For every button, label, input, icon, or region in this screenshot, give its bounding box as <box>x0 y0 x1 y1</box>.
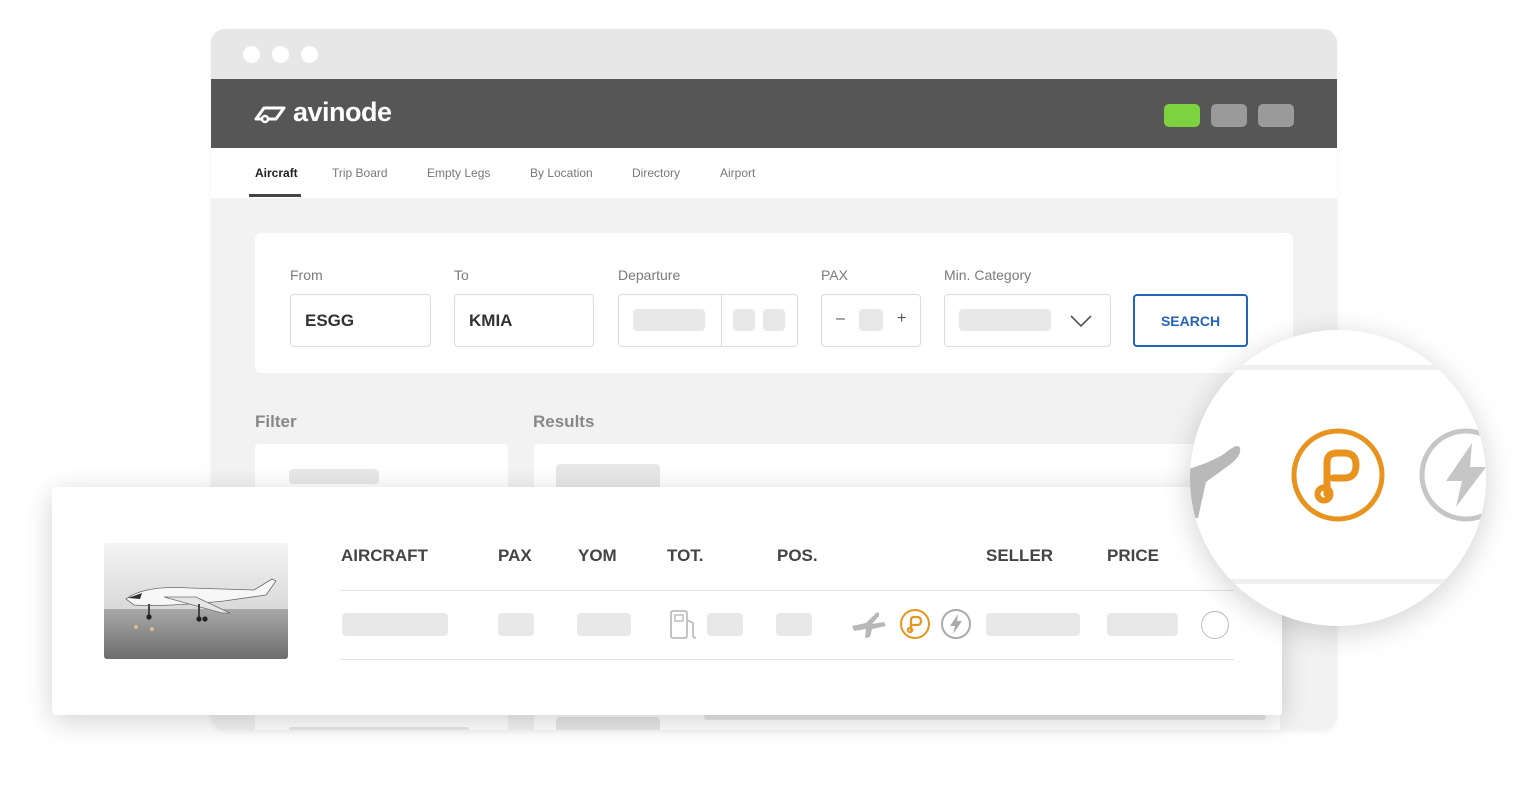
col-tot: TOT. <box>667 546 704 565</box>
plane-icon-zoomed <box>1190 446 1241 518</box>
departure-date-placeholder <box>633 309 705 331</box>
filter-heading: Filter <box>255 412 297 431</box>
stage: avinode Aircraft Trip Board Empty Legs B… <box>0 0 1536 790</box>
row-divider <box>340 659 1234 660</box>
tab-empty-legs[interactable]: Empty Legs <box>427 166 490 180</box>
from-label: From <box>290 267 323 283</box>
jet-image <box>104 543 288 659</box>
header-green-button[interactable] <box>1164 104 1200 127</box>
window-maximize-dot[interactable] <box>301 46 318 63</box>
brand-name: avinode <box>293 97 392 127</box>
filter-bottom-placeholder <box>289 727 469 730</box>
pax-increment-button[interactable]: + <box>897 310 906 328</box>
fuel-pump-icon <box>670 610 697 639</box>
pax-placeholder <box>498 613 534 636</box>
category-label: Min. Category <box>944 267 1032 283</box>
chevron-down-icon <box>1070 315 1092 328</box>
p-badge-icon-zoomed <box>1291 428 1385 522</box>
header-divider <box>340 590 1234 591</box>
results-footer-placeholder-1 <box>556 717 660 730</box>
select-radio[interactable] <box>1201 611 1229 639</box>
category-select[interactable] <box>944 294 1111 347</box>
from-value: ESGG <box>305 311 355 330</box>
pax-decrement-button[interactable]: – <box>836 310 845 328</box>
search-button[interactable]: SEARCH <box>1133 294 1248 347</box>
from-field[interactable]: ESGG <box>290 294 431 347</box>
departure-divider <box>721 295 722 346</box>
avinode-logo-icon <box>254 106 286 123</box>
pax-label: PAX <box>821 267 848 283</box>
plane-icon[interactable] <box>850 610 888 640</box>
nav-tabs: Aircraft Trip Board Empty Legs By Locati… <box>211 148 1337 198</box>
magnifier-top-rule <box>1190 365 1486 370</box>
col-aircraft: AIRCRAFT <box>341 546 428 565</box>
tab-by-location[interactable]: By Location <box>530 166 593 180</box>
aircraft-photo <box>104 543 288 659</box>
app-header: avinode <box>211 79 1337 148</box>
tab-directory[interactable]: Directory <box>632 166 680 180</box>
yom-placeholder <box>577 613 631 636</box>
pos-placeholder <box>776 613 812 636</box>
search-card: From ESGG To KMIA Departure PAX – + Min.… <box>255 233 1293 373</box>
col-seller: SELLER <box>986 546 1054 565</box>
departure-field[interactable] <box>618 294 798 347</box>
result-row-card: AIRCRAFT PAX YOM TOT. POS. SELLER PRICE <box>52 487 1282 715</box>
col-price: PRICE <box>1107 546 1159 565</box>
header-gray-button-2[interactable] <box>1258 104 1294 127</box>
col-pax: PAX <box>498 546 532 565</box>
tot-placeholder <box>707 613 743 636</box>
lightning-icon[interactable] <box>940 608 972 640</box>
tab-airport[interactable]: Airport <box>720 166 755 180</box>
window-chrome <box>211 29 1337 79</box>
active-tab-indicator <box>249 194 301 197</box>
to-label: To <box>454 267 469 283</box>
filter-item-placeholder <box>289 469 379 484</box>
pax-value-placeholder <box>859 309 883 331</box>
window-close-dot[interactable] <box>243 46 260 63</box>
magnifier-callout <box>1190 330 1486 626</box>
aircraft-name-placeholder <box>342 613 448 636</box>
pax-stepper[interactable]: – + <box>821 294 921 347</box>
results-heading: Results <box>533 412 595 431</box>
to-value: KMIA <box>469 311 513 330</box>
col-yom: YOM <box>578 546 617 565</box>
lightning-icon-zoomed <box>1419 428 1486 522</box>
p-badge-icon[interactable] <box>899 608 931 640</box>
price-placeholder <box>1107 613 1178 636</box>
logo[interactable]: avinode <box>253 97 392 128</box>
header-gray-button-1[interactable] <box>1211 104 1247 127</box>
departure-time-placeholder-2 <box>763 309 785 331</box>
col-pos: POS. <box>777 546 818 565</box>
departure-label: Departure <box>618 267 681 283</box>
to-field[interactable]: KMIA <box>454 294 594 347</box>
window-minimize-dot[interactable] <box>272 46 289 63</box>
departure-time-placeholder-1 <box>733 309 755 331</box>
tab-trip-board[interactable]: Trip Board <box>332 166 388 180</box>
seller-placeholder <box>986 613 1080 636</box>
tab-aircraft[interactable]: Aircraft <box>255 166 298 180</box>
category-value-placeholder <box>959 309 1051 331</box>
magnifier-bottom-rule <box>1190 579 1486 584</box>
